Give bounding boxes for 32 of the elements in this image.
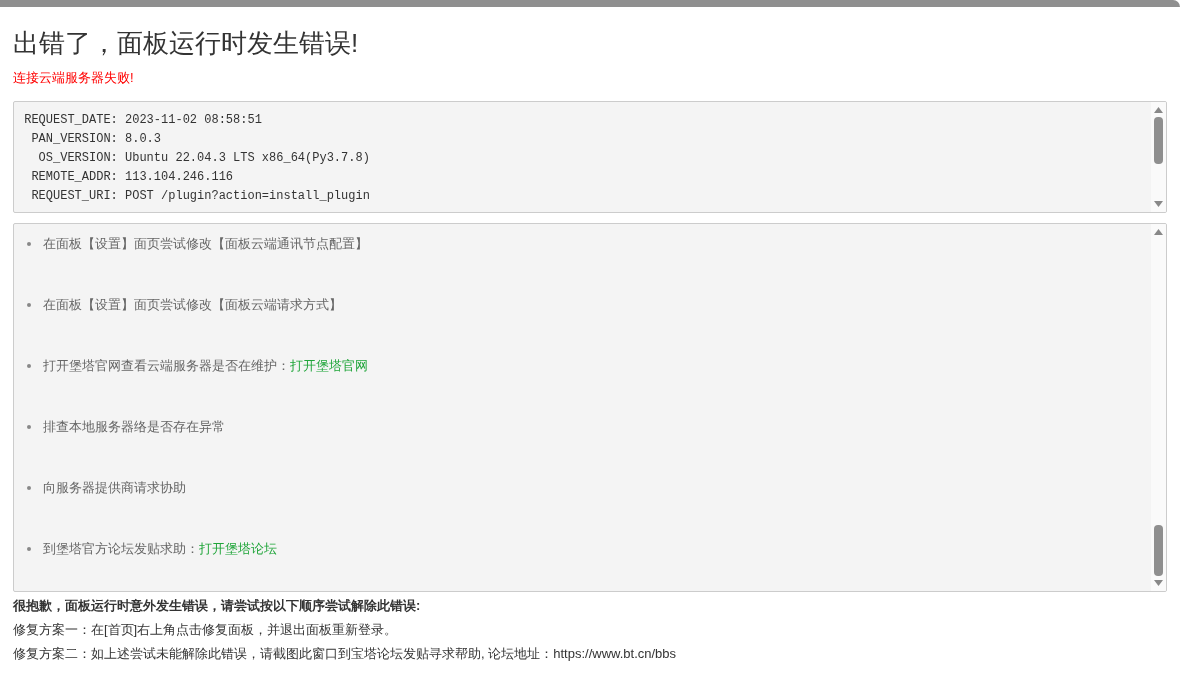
scrollbar[interactable] <box>1151 224 1166 591</box>
bullet-icon <box>27 486 31 490</box>
scroll-down-icon[interactable] <box>1154 201 1163 207</box>
log-line: PAN_VERSION: 8.0.3 <box>30 131 163 148</box>
bullet-icon <box>27 547 31 551</box>
suggestion-text: 向服务器提供商请求协助 <box>43 480 186 497</box>
apology-text: 很抱歉，面板运行时意外发生错误，请尝试按以下顺序尝试解除此错误: <box>13 597 422 615</box>
bullet-icon <box>27 242 31 246</box>
fix-text: 修复方案一：在[首页]右上角点击修复面板，并退出面板重新登录。 <box>13 621 399 639</box>
bullet-icon <box>27 425 31 429</box>
suggestion-text: 到堡塔官方论坛发贴求助：打开堡塔论坛 <box>43 541 277 558</box>
link[interactable]: 打开堡塔官网 <box>290 359 368 373</box>
page-title: 出错了，面板运行时发生错误! <box>13 27 360 59</box>
fix-text: 修复方案二：如上述尝试未能解除此错误，请截图此窗口到宝塔论坛发贴寻求帮助, 论坛地址：https://www.bt.cn/bbs <box>13 645 678 663</box>
scroll-up-icon[interactable] <box>1154 229 1163 235</box>
scrollbar-thumb[interactable] <box>1154 525 1163 576</box>
scroll-up-icon[interactable] <box>1154 107 1163 113</box>
log-line: REMOTE_ADDR: 113.104.246.116 <box>30 169 235 186</box>
error-message: 连接云端服务器失败! <box>13 69 135 87</box>
suggestion-text: 排查本地服务器络是否存在异常 <box>43 419 225 436</box>
scroll-down-icon[interactable] <box>1154 580 1163 586</box>
bullet-icon <box>27 303 31 307</box>
scrollbar[interactable] <box>1151 102 1166 212</box>
suggestion-text: 在面板【设置】面页尝试修改【面板云端请求方式】 <box>43 297 342 314</box>
scrollbar-thumb[interactable] <box>1154 117 1163 164</box>
log-line: REQUEST_DATE: 2023-11-02 08:58:51 <box>23 112 263 129</box>
log-line: OS_VERSION: Ubuntu 22.04.3 LTS x86_64(Py3.7.8) <box>37 150 371 167</box>
suggestion-text: 在面板【设置】面页尝试修改【面板云端通讯节点配置】 <box>43 236 368 253</box>
bullet-icon <box>27 364 31 368</box>
link[interactable]: 打开堡塔论坛 <box>199 542 277 556</box>
log-line: REQUEST_URI: POST /plugin?action=install_plugin <box>30 188 371 205</box>
suggestion-text: 打开堡塔官网查看云端服务器是否在维护：打开堡塔官网 <box>43 358 368 375</box>
